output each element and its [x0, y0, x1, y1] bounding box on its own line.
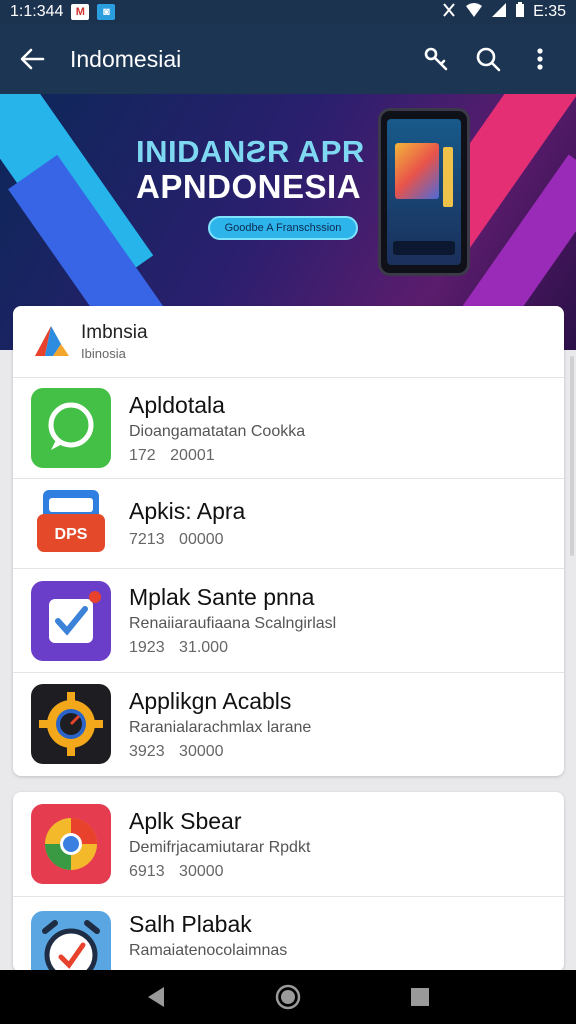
chat-bubble-icon: [31, 388, 111, 468]
app-list-item[interactable]: Applikgn Acabls Raranialarachmlax larane…: [13, 673, 564, 775]
phone-illustration: [378, 108, 470, 276]
status-bar: 1:1:344 M ◙ E:35: [0, 0, 576, 24]
section-header: Imbnsia Ibinosia: [13, 306, 564, 378]
search-button[interactable]: [466, 37, 510, 81]
signal-icon: [491, 2, 507, 23]
app-name: Aplk Sbear: [129, 807, 242, 834]
wifi-icon: [465, 2, 483, 23]
app-meta: 1923 31.000: [129, 639, 228, 656]
search-icon: [476, 47, 501, 72]
app-name: Apkis: Apra: [129, 498, 246, 524]
app-list-item[interactable]: Aplk Sbear Demifrjacamiutarar Rpdkt 6913…: [13, 792, 564, 897]
app-list-item[interactable]: Apldotala Dioangamatatan Cookka 172 2000…: [13, 378, 564, 479]
back-button[interactable]: [14, 41, 50, 77]
section-subtitle: Ibinosia: [81, 346, 126, 361]
app-name: Mplak Sante pnna: [129, 584, 315, 610]
developer-logo-icon: [35, 325, 69, 356]
gear-speedometer-icon: [31, 684, 111, 764]
app-description: Ramaiatenocolaimnas: [129, 942, 288, 959]
app-name: Apldotala: [129, 391, 225, 418]
checklist-icon: [31, 580, 111, 661]
svg-text:DPS: DPS: [55, 526, 88, 543]
app-list-card: Imbnsia Ibinosia Apldotala Dioangamatata…: [13, 306, 564, 776]
key-icon: [424, 47, 448, 71]
app-description: Raranialarachmlax larane: [129, 718, 312, 736]
more-vert-icon: [537, 48, 543, 70]
status-time: 1:1:344: [10, 3, 64, 20]
key-button[interactable]: [414, 37, 458, 81]
status-time-right: E:35: [533, 3, 566, 20]
chrome-icon: [31, 804, 111, 884]
app-name: Applikgn Acabls: [129, 687, 292, 714]
nfc-icon: [441, 2, 457, 23]
triangle-back-icon: [148, 987, 164, 1007]
mail-icon: M: [71, 4, 90, 20]
arrow-left-icon: [20, 48, 45, 70]
nav-home-button[interactable]: [268, 977, 308, 1017]
square-recents-icon: [411, 988, 429, 1006]
app-meta: 7213 00000: [129, 531, 224, 548]
page-title: Indomesiai: [70, 45, 182, 72]
app-list-card: Aplk Sbear Demifrjacamiutarar Rpdkt 6913…: [13, 792, 564, 972]
banner-headline: INIDANƧR APR: [136, 134, 365, 169]
nav-back-button[interactable]: [136, 977, 176, 1017]
app-description: Demifrjacamiutarar Rpdkt: [129, 838, 311, 856]
battery-icon: [515, 1, 525, 23]
dps-icon: DPS: [31, 483, 111, 564]
nav-recents-button[interactable]: [400, 977, 440, 1017]
app-list-item[interactable]: Mplak Sante pnna Renaiiaraufiaana Scalng…: [13, 569, 564, 673]
app-description: Renaiiaraufiaana Scalngirlasl: [129, 615, 337, 632]
app-meta: 3923 30000: [129, 742, 224, 760]
scrollbar[interactable]: [570, 356, 574, 556]
app-description: Dioangamatatan Cookka: [129, 422, 306, 440]
banner-cta-button[interactable]: Goodbe A Franschssion: [208, 216, 358, 240]
app-notification-icon: ◙: [97, 4, 116, 20]
system-navigation-bar: [0, 970, 576, 1024]
banner-headline-main: APNDONESIA: [136, 168, 362, 205]
app-meta: 6913 30000: [129, 862, 224, 880]
app-bar: Indomesiai: [0, 24, 576, 94]
app-list-item[interactable]: Salh Plabak Ramaiatenocolaimnas: [13, 897, 564, 972]
circle-home-icon: [275, 984, 301, 1010]
section-title: Imbnsia: [81, 322, 148, 343]
app-name: Salh Plabak: [129, 911, 252, 937]
alarm-clock-icon: [31, 911, 111, 972]
app-list-item[interactable]: DPS Apkis: Apra 7213 00000: [13, 479, 564, 569]
overflow-menu-button[interactable]: [518, 37, 562, 81]
app-meta: 172 20001: [129, 446, 215, 464]
